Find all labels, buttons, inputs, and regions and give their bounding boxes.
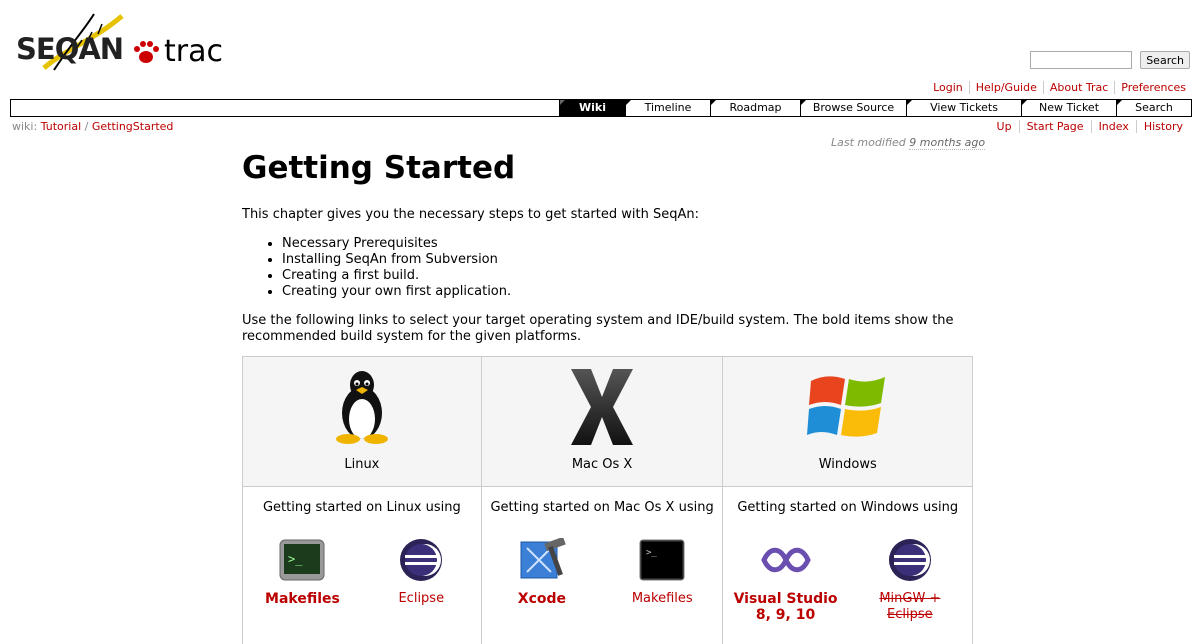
linux-using-text: Getting started on Linux using xyxy=(262,500,461,515)
platform-cell-macosx: Mac Os X xyxy=(480,356,724,487)
windows-using-text: Getting started on Windows using xyxy=(737,500,959,515)
steps-list: Necessary Prerequisites Installing SeqAn… xyxy=(282,236,974,300)
seqan-logo-text: SEQAN xyxy=(16,32,124,66)
preferences-link[interactable]: Preferences xyxy=(1114,81,1192,94)
platform-header-row: Linux Mac Os X Windows xyxy=(242,356,973,487)
platform-name-macosx: Mac Os X xyxy=(571,457,633,472)
breadcrumb-page-link[interactable]: GettingStarted xyxy=(92,120,174,133)
breadcrumb: wiki: Tutorial / GettingStarted xyxy=(12,120,173,133)
windows-tools-cell: Getting started on Windows using Visual … xyxy=(722,486,973,644)
platforms-table: Linux Mac Os X Windows Getting started o… xyxy=(242,356,973,644)
macosx-tools-cell: Getting started on Mac Os X using Xcode … xyxy=(480,486,724,644)
linux-tools-cell: Getting started on Linux using >_ Makefi… xyxy=(242,486,482,644)
meta-nav: Login Help/Guide About Trac Preferences xyxy=(927,81,1192,94)
list-item: Creating a first build. xyxy=(282,268,974,284)
last-modified-time[interactable]: 9 months ago xyxy=(909,136,986,150)
last-modified-prefix: Last modified xyxy=(831,136,906,149)
tab-wiki[interactable]: Wiki xyxy=(559,100,625,116)
page-title: Getting Started xyxy=(242,150,516,186)
linux-makefiles-link[interactable]: Makefiles xyxy=(265,591,340,607)
linux-eclipse-link[interactable]: Eclipse xyxy=(398,591,444,607)
context-nav: Up Start Page Index History xyxy=(990,120,1190,133)
windows-visual-studio-link[interactable]: Visual Studio 8, 9, 10 xyxy=(731,591,841,623)
last-modified: Last modified 9 months ago xyxy=(831,136,986,150)
xcode-icon[interactable] xyxy=(517,537,567,583)
visual-studio-icon[interactable] xyxy=(760,537,812,583)
platform-cell-linux: Linux xyxy=(242,356,482,487)
platform-name-windows: Windows xyxy=(818,457,877,472)
macosx-makefiles-link[interactable]: Makefiles xyxy=(632,591,693,607)
list-item: Creating your own first application. xyxy=(282,284,974,300)
eclipse-icon[interactable] xyxy=(888,537,932,583)
platform-name-linux: Linux xyxy=(344,457,380,472)
eclipse-icon[interactable] xyxy=(399,537,443,583)
trac-logo-text: trac xyxy=(164,34,223,69)
windows-mingw-eclipse-link[interactable]: MinGW + Eclipse xyxy=(855,591,965,623)
breadcrumb-tutorial-link[interactable]: Tutorial xyxy=(41,120,81,133)
login-link[interactable]: Login xyxy=(927,81,969,94)
tab-new-ticket[interactable]: New Ticket xyxy=(1021,100,1116,116)
up-link[interactable]: Up xyxy=(990,120,1019,133)
help-guide-link[interactable]: Help/Guide xyxy=(968,81,1043,94)
macosx-xcode-link[interactable]: Xcode xyxy=(518,591,566,607)
search-form: Search xyxy=(1030,51,1190,69)
tab-search[interactable]: Search xyxy=(1116,100,1191,116)
terminal-icon[interactable]: >_ xyxy=(639,537,685,583)
breadcrumb-prefix: wiki: xyxy=(12,120,38,133)
terminal-green-icon[interactable]: >_ xyxy=(279,537,325,583)
wiki-content: Getting Started This chapter gives you t… xyxy=(242,150,974,345)
mac-os-x-icon[interactable] xyxy=(482,357,723,457)
platform-cell-windows: Windows xyxy=(722,356,973,487)
start-page-link[interactable]: Start Page xyxy=(1018,120,1091,133)
about-trac-link[interactable]: About Trac xyxy=(1042,81,1114,94)
paw-icon xyxy=(134,41,159,63)
tab-browse-source[interactable]: Browse Source xyxy=(800,100,906,116)
index-link[interactable]: Index xyxy=(1090,120,1136,133)
macosx-using-text: Getting started on Mac Os X using xyxy=(490,500,714,515)
list-item: Necessary Prerequisites xyxy=(282,236,974,252)
seqan-trac-logo[interactable]: SEQAN trac xyxy=(14,10,234,72)
history-link[interactable]: History xyxy=(1135,120,1190,133)
tab-timeline[interactable]: Timeline xyxy=(625,100,710,116)
search-input[interactable] xyxy=(1030,51,1133,69)
platform-tools-row: Getting started on Linux using >_ Makefi… xyxy=(242,486,973,644)
list-item: Installing SeqAn from Subversion xyxy=(282,252,974,268)
search-button[interactable]: Search xyxy=(1140,51,1190,69)
links-instructions: Use the following links to select your t… xyxy=(242,313,954,344)
svg-text:>_: >_ xyxy=(288,552,303,566)
main-nav: Wiki Timeline Roadmap Browse Source View… xyxy=(10,99,1192,117)
intro-text: This chapter gives you the necessary ste… xyxy=(242,207,699,222)
svg-text:>_: >_ xyxy=(646,548,657,558)
tux-icon[interactable] xyxy=(243,357,481,457)
tab-roadmap[interactable]: Roadmap xyxy=(710,100,800,116)
windows-icon[interactable] xyxy=(723,357,972,457)
tab-view-tickets[interactable]: View Tickets xyxy=(906,100,1021,116)
breadcrumb-separator: / xyxy=(84,120,89,133)
